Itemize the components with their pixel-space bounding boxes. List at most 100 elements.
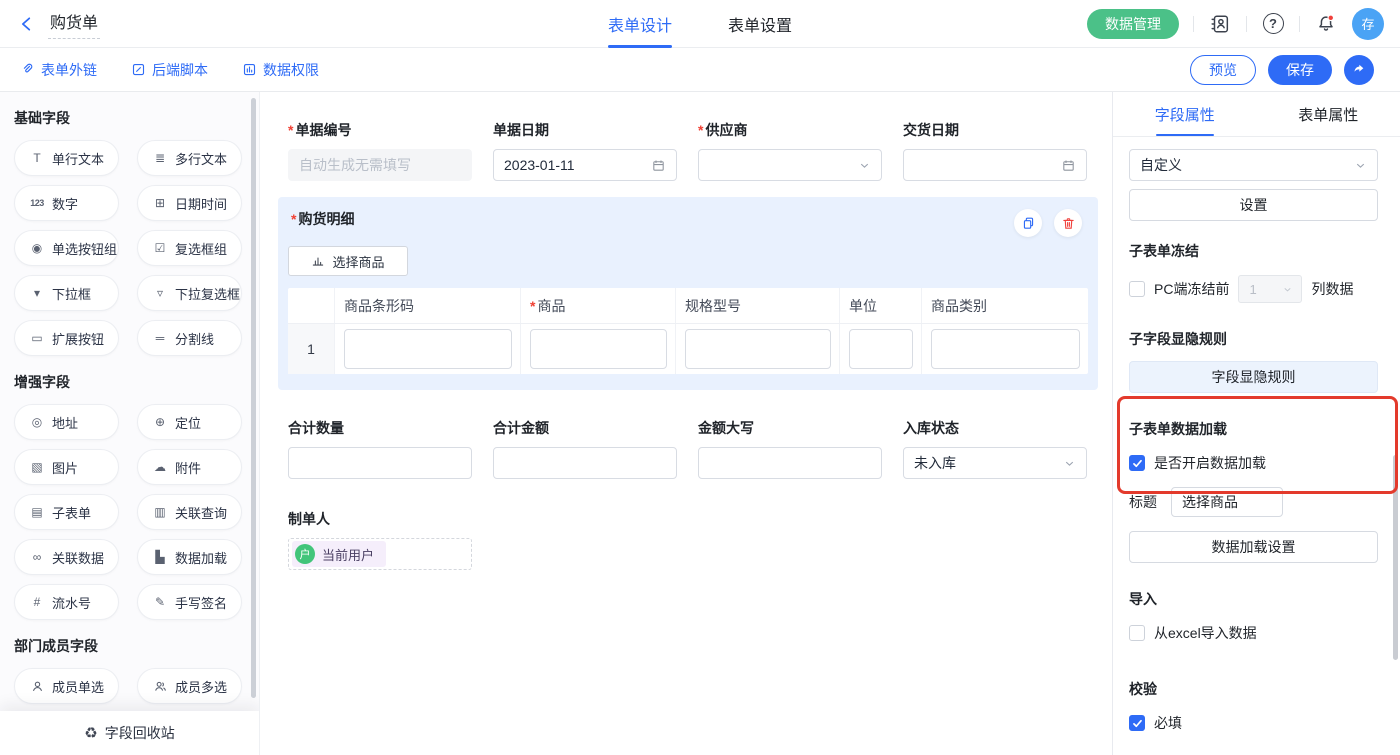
field-item-number[interactable]: 123数字	[14, 185, 119, 221]
field-library-sidebar: 基础字段 T单行文本 ≣多行文本 123数字 ⊞日期时间 ◉单选按钮组 ☑复选框…	[0, 92, 260, 755]
subform-purchase-detail[interactable]: 购货明细	[278, 197, 1098, 390]
panel-scrollbar[interactable]	[1393, 455, 1398, 660]
image-icon: ▧	[29, 460, 45, 474]
field-label: 单据编号	[288, 120, 472, 140]
field-item-select[interactable]: ▾下拉框	[14, 275, 119, 311]
field-item-radio-group[interactable]: ◉单选按钮组	[14, 230, 119, 266]
field-order-number: 单据编号	[288, 120, 472, 181]
script-icon	[131, 62, 146, 77]
share-button[interactable]	[1344, 55, 1374, 85]
tab-form-design[interactable]: 表单设计	[608, 0, 672, 48]
product-input[interactable]	[530, 329, 667, 369]
field-recycle-bin[interactable]: ♻ 字段回收站	[0, 711, 259, 755]
dataload-settings-button[interactable]: 数据加载设置	[1129, 531, 1378, 563]
radio-group-icon: ◉	[29, 241, 45, 255]
spec-input[interactable]	[685, 329, 831, 369]
unit-input[interactable]	[849, 329, 913, 369]
section-title-basic-fields: 基础字段	[14, 108, 247, 128]
required-checkbox[interactable]	[1129, 715, 1145, 731]
dataload-title-input[interactable]	[1171, 487, 1283, 517]
notification-button[interactable]	[1314, 12, 1338, 36]
creator-value-box[interactable]: 户 当前用户	[288, 538, 472, 570]
delivery-date-input[interactable]	[903, 149, 1087, 181]
related-data-icon: ∞	[29, 550, 45, 564]
field-item-address[interactable]: ◎地址	[14, 404, 119, 440]
field-item-serial-number[interactable]: #流水号	[14, 584, 119, 620]
data-manage-button[interactable]: 数据管理	[1087, 9, 1179, 39]
back-button[interactable]	[16, 13, 38, 35]
category-input[interactable]	[931, 329, 1080, 369]
field-item-extend-button[interactable]: ▭扩展按钮	[14, 320, 119, 356]
tab-field-properties[interactable]: 字段属性	[1113, 92, 1257, 136]
enhanced-field-grid: ◎地址 ⊕定位 ▧图片 ☁附件 ▤子表单 ▥关联查询 ∞关联数据 ▙数据加载 #…	[14, 404, 247, 620]
fields-row-1: 单据编号 单据日期 2023-01-11 供应商	[288, 120, 1088, 181]
help-button[interactable]: ?	[1261, 12, 1285, 36]
field-item-location[interactable]: ⊕定位	[137, 404, 242, 440]
required-row: 必填	[1129, 713, 1378, 733]
field-item-image[interactable]: ▧图片	[14, 449, 119, 485]
select-product-button[interactable]: 选择商品	[288, 246, 408, 276]
field-item-attachment[interactable]: ☁附件	[137, 449, 242, 485]
field-item-single-line-text[interactable]: T单行文本	[14, 140, 119, 176]
freeze-option-row: PC端冻结前 1 列数据	[1129, 275, 1378, 303]
copy-subform-button[interactable]	[1014, 209, 1042, 237]
field-item-subform[interactable]: ▤子表单	[14, 494, 119, 530]
field-item-signature[interactable]: ✎手写签名	[137, 584, 242, 620]
form-canvas[interactable]: 单据编号 单据日期 2023-01-11 供应商	[260, 92, 1112, 755]
section-title-enhanced-fields: 增强字段	[14, 372, 247, 392]
divider-icon: ═	[152, 331, 168, 345]
location-icon: ⊕	[152, 415, 168, 429]
data-permission-button[interactable]: 数据权限	[242, 60, 319, 80]
section-title-import: 导入	[1129, 589, 1378, 609]
tab-form-settings[interactable]: 表单设置	[728, 0, 792, 48]
row-index: 1	[288, 324, 335, 374]
visibility-rules-button[interactable]: 字段显隐规则	[1129, 361, 1378, 393]
sidebar-scrollbar[interactable]	[251, 98, 256, 698]
chevron-down-icon	[1354, 159, 1367, 172]
column-header-spec: 规格型号	[676, 288, 840, 323]
field-item-lookup-query[interactable]: ▥关联查询	[137, 494, 242, 530]
backend-script-button[interactable]: 后端脚本	[131, 60, 208, 80]
attachment-icon: ☁	[152, 460, 168, 474]
save-button[interactable]: 保存	[1268, 55, 1332, 85]
import-excel-checkbox[interactable]	[1129, 625, 1145, 641]
total-quantity-input[interactable]	[288, 447, 472, 479]
freeze-checkbox[interactable]	[1129, 281, 1145, 297]
tab-form-properties[interactable]: 表单属性	[1257, 92, 1400, 136]
preview-button[interactable]: 预览	[1190, 55, 1256, 85]
field-item-divider[interactable]: ═分割线	[137, 320, 242, 356]
external-link-button[interactable]: 表单外链	[20, 60, 97, 80]
settings-button[interactable]: 设置	[1129, 189, 1378, 221]
notification-dot	[1328, 15, 1334, 21]
field-item-member-multi[interactable]: 成员多选	[137, 668, 242, 704]
field-item-datetime[interactable]: ⊞日期时间	[137, 185, 242, 221]
field-item-multi-line-text[interactable]: ≣多行文本	[137, 140, 242, 176]
field-total-quantity: 合计数量	[288, 418, 472, 479]
freeze-count-select[interactable]: 1	[1238, 275, 1302, 303]
order-date-input[interactable]: 2023-01-11	[493, 149, 677, 181]
column-header-unit: 单位	[840, 288, 922, 323]
field-item-related-data[interactable]: ∞关联数据	[14, 539, 119, 575]
user-avatar[interactable]: 存	[1352, 8, 1384, 40]
basic-field-grid: T单行文本 ≣多行文本 123数字 ⊞日期时间 ◉单选按钮组 ☑复选框组 ▾下拉…	[14, 140, 247, 356]
section-title-visibility-rules: 子字段显隐规则	[1129, 329, 1378, 349]
contact-book-button[interactable]	[1208, 12, 1232, 36]
field-order-date: 单据日期 2023-01-11	[493, 120, 677, 181]
delete-subform-button[interactable]	[1054, 209, 1082, 237]
total-amount-input[interactable]	[493, 447, 677, 479]
field-item-checkbox-group[interactable]: ☑复选框组	[137, 230, 242, 266]
amount-in-words-input[interactable]	[698, 447, 882, 479]
storage-status-select[interactable]: 未入库	[903, 447, 1087, 479]
dataload-title-label: 标题	[1129, 492, 1157, 512]
form-title[interactable]: 购货单	[48, 9, 100, 39]
order-number-input[interactable]	[288, 149, 472, 181]
dataload-enable-checkbox[interactable]	[1129, 455, 1145, 471]
barcode-input[interactable]	[344, 329, 512, 369]
subform-table-header: 商品条形码 商品 规格型号 单位 商品类别	[288, 288, 1088, 324]
supplier-select[interactable]	[698, 149, 882, 181]
field-type-select[interactable]: 自定义	[1129, 149, 1378, 181]
divider	[1193, 16, 1194, 32]
field-item-data-load[interactable]: ▙数据加载	[137, 539, 242, 575]
field-item-multi-select[interactable]: ▿下拉复选框	[137, 275, 242, 311]
field-item-member-single[interactable]: 成员单选	[14, 668, 119, 704]
